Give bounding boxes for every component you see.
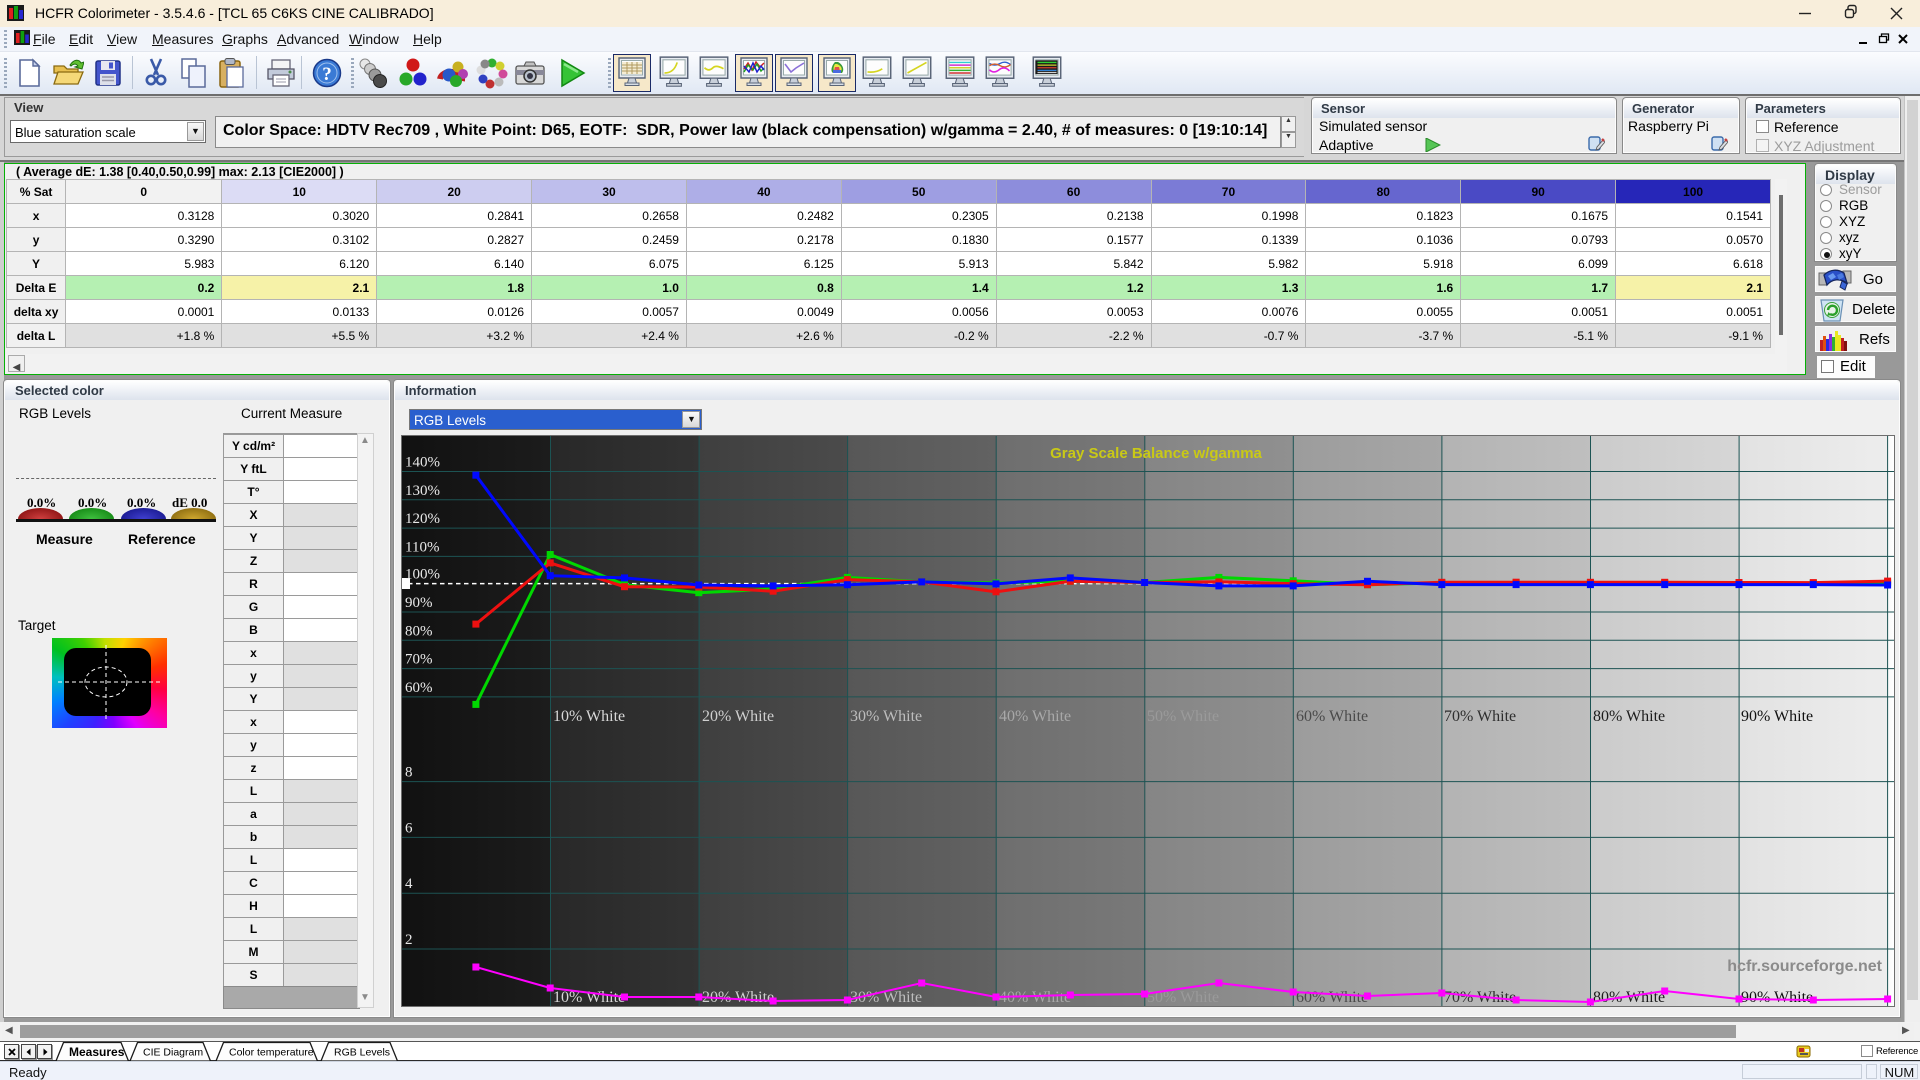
svg-text:?: ? [322,64,332,85]
svg-text:130%: 130% [405,483,440,499]
svg-text:4: 4 [405,876,413,892]
svg-text:70%: 70% [405,652,433,668]
svg-text:60% White: 60% White [1296,989,1368,1006]
svg-text:90%: 90% [405,595,433,611]
svg-text:60% White: 60% White [1296,708,1368,725]
svg-text:8: 8 [405,765,413,781]
svg-text:10% White: 10% White [553,708,625,725]
svg-text:120%: 120% [405,511,440,527]
svg-text:50% White: 50% White [1147,708,1219,725]
svg-text:90% White: 90% White [1741,708,1813,725]
svg-text:70% White: 70% White [1444,708,1516,725]
svg-text:20% White: 20% White [702,708,774,725]
svg-text:140%: 140% [405,455,440,471]
svg-text:90% White: 90% White [1741,989,1813,1006]
svg-text:80% White: 80% White [1593,708,1665,725]
svg-text:Measures: Measures [69,1045,125,1059]
svg-text:RGB Levels: RGB Levels [334,1047,390,1059]
svg-text:CIE Diagram: CIE Diagram [143,1047,203,1059]
svg-text:Gray Scale Balance w/gamma: Gray Scale Balance w/gamma [1050,445,1262,462]
svg-text:110%: 110% [405,539,439,555]
svg-text:2: 2 [405,932,413,948]
svg-text:6: 6 [405,820,413,836]
svg-text:hcfr.sourceforge.net: hcfr.sourceforge.net [1727,958,1882,975]
svg-text:30% White: 30% White [850,708,922,725]
svg-text:60%: 60% [405,680,433,696]
svg-text:10% White: 10% White [553,989,625,1006]
svg-text:80%: 80% [405,623,433,639]
svg-text:Color temperature: Color temperature [229,1047,314,1059]
svg-text:100%: 100% [405,567,440,583]
svg-text:40% White: 40% White [999,708,1071,725]
